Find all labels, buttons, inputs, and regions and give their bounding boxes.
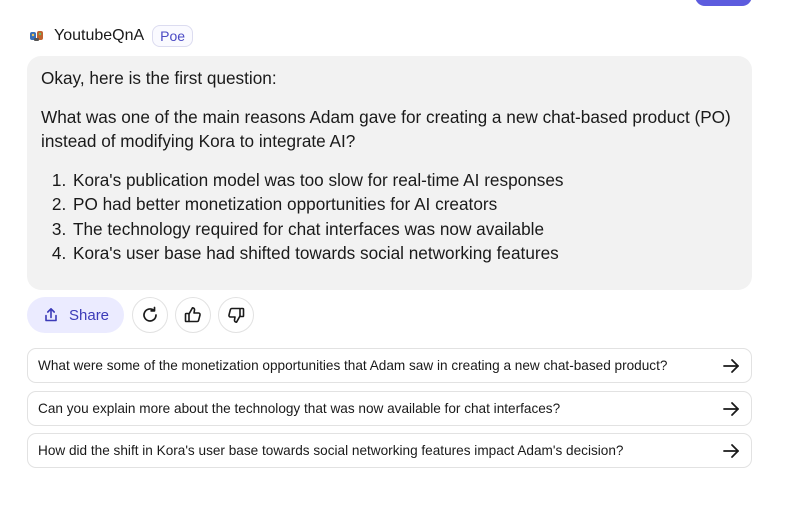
bot-avatar-icon[interactable] bbox=[28, 28, 44, 44]
thumbs-down-button[interactable] bbox=[218, 297, 255, 333]
share-button[interactable]: Share bbox=[27, 297, 125, 333]
send-button-partial[interactable] bbox=[695, 0, 752, 6]
bot-platform-badge: Poe bbox=[152, 25, 194, 47]
arrow-right-icon bbox=[721, 399, 741, 419]
thumbs-up-button[interactable] bbox=[175, 297, 212, 333]
arrow-right-icon bbox=[721, 356, 741, 376]
answer-options-list: Kora's publication model was too slow fo… bbox=[41, 168, 738, 266]
suggested-question-text: How did the shift in Kora's user base to… bbox=[38, 443, 624, 458]
message-intro: Okay, here is the first question: bbox=[41, 68, 277, 88]
share-icon bbox=[43, 307, 59, 323]
arrow-right-icon bbox=[721, 441, 741, 461]
share-label: Share bbox=[69, 306, 110, 324]
answer-option: Kora's user base had shifted towards soc… bbox=[71, 241, 738, 266]
answer-option: Kora's publication model was too slow fo… bbox=[71, 168, 738, 193]
retry-icon bbox=[140, 305, 160, 325]
suggested-question[interactable]: How did the shift in Kora's user base to… bbox=[27, 433, 752, 468]
message-question: What was one of the main reasons Adam ga… bbox=[41, 106, 731, 152]
answer-option: PO had better monetization opportunities… bbox=[71, 192, 738, 217]
suggested-question-text: Can you explain more about the technolog… bbox=[38, 401, 561, 416]
answer-option: The technology required for chat interfa… bbox=[71, 217, 738, 242]
suggested-question[interactable]: Can you explain more about the technolog… bbox=[27, 391, 752, 426]
suggested-question[interactable]: What were some of the monetization oppor… bbox=[27, 348, 752, 383]
bot-header: YoutubeQnA Poe bbox=[28, 24, 194, 48]
suggested-question-text: What were some of the monetization oppor… bbox=[38, 358, 668, 373]
bot-message-bubble: Okay, here is the first question: What w… bbox=[27, 56, 752, 290]
retry-button[interactable] bbox=[132, 297, 169, 333]
thumbs-down-icon bbox=[227, 306, 245, 324]
message-actions: Share bbox=[27, 297, 261, 333]
bot-name[interactable]: YoutubeQnA bbox=[54, 27, 144, 45]
thumbs-up-icon bbox=[184, 306, 202, 324]
